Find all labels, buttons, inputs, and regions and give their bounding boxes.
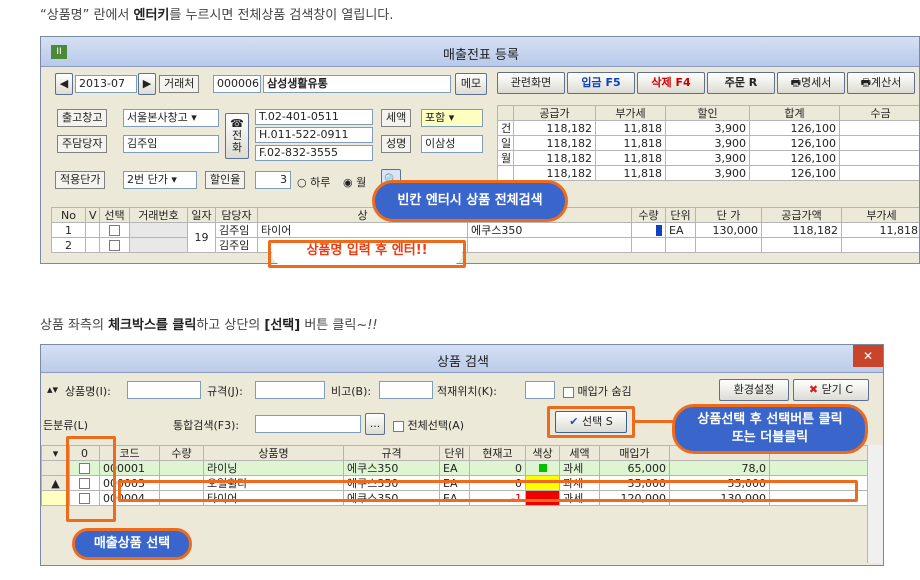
- summary-table: 공급가 부가세 할인 합계 수금 건 118,182 11,818 3,900 126,100 …: [497, 105, 919, 181]
- printer-icon: 🖶: [860, 76, 871, 89]
- location-input[interactable]: [525, 381, 555, 399]
- order-button[interactable]: 주문 R: [707, 72, 775, 94]
- caption-middle: 상품 좌측의 체크박스를 클릭하고 상단의 [선택] 버튼 클릭~!!: [40, 318, 378, 333]
- row-checkbox[interactable]: [109, 225, 120, 236]
- summary-row: 일 118,182 11,818 3,900 126,100: [497, 135, 919, 151]
- search-title-bar: 상품 검색 ✕: [41, 345, 883, 373]
- name-label: 성명: [381, 135, 412, 153]
- price-label: 적용단가: [55, 171, 106, 189]
- chevron-down-icon: ▾: [191, 111, 197, 124]
- radio-daily[interactable]: ○ 하루: [297, 174, 330, 190]
- spinner-icon[interactable]: ▴▾: [47, 383, 58, 396]
- checkbox-column-highlight: [66, 436, 116, 522]
- callout-select-sales-product: 매출상품 선택: [72, 528, 192, 560]
- chevron-down-icon: ▾: [171, 173, 177, 186]
- next-month-button[interactable]: ▶: [138, 73, 156, 95]
- discount-field[interactable]: 3: [255, 171, 291, 189]
- summary-row: 118,182 11,818 3,900 126,100: [497, 165, 919, 181]
- radio-month[interactable]: ◉ 월: [343, 174, 366, 190]
- manager-label: 주담당자: [57, 135, 108, 153]
- select-button-highlight: [547, 406, 635, 438]
- browse-button[interactable]: ...: [365, 413, 385, 435]
- selected-row-highlight: [118, 480, 858, 502]
- related-screen-button[interactable]: 관련화면: [497, 72, 565, 94]
- name-search-label: 상품명(I):: [65, 385, 111, 398]
- row-checkbox[interactable]: [109, 240, 120, 251]
- color-swatch: [538, 463, 547, 472]
- callout-blank-enter: 빈칸 엔터시 상품 전체검색: [372, 180, 568, 222]
- sales-slip-window: II 매출전표 등록 ◀ 2013-07 ▶ 거래처 000006 삼성생활유통…: [40, 36, 920, 264]
- chevron-down-icon: ▾: [448, 111, 455, 124]
- warehouse-label: 출고창고: [57, 109, 108, 127]
- window-title: 매출전표 등록: [443, 48, 519, 63]
- memo-button[interactable]: 메모: [455, 73, 487, 95]
- partner-code-field[interactable]: 000006: [213, 75, 261, 93]
- spec-label: 규격(J):: [207, 385, 243, 398]
- tax-label: 세액: [381, 109, 412, 127]
- red-x-icon: ✖: [808, 383, 819, 396]
- close-button[interactable]: ✖ 닫기 C: [793, 379, 869, 401]
- unified-search-label: 통합검색(F3):: [173, 419, 240, 432]
- hp-field[interactable]: H.011-522-0911: [255, 127, 373, 143]
- category-label: 든분류(L): [43, 419, 89, 432]
- prev-month-button[interactable]: ◀: [55, 73, 73, 95]
- table-row[interactable]: 2 김주임: [51, 237, 919, 253]
- env-settings-button[interactable]: 환경설정: [719, 379, 789, 401]
- summary-row: 건 118,182 11,818 3,900 126,100: [497, 120, 919, 136]
- select-all-checkbox[interactable]: 전체선택(A): [393, 417, 464, 433]
- partner-label: 거래처: [159, 75, 200, 93]
- summary-row: 월 118,182 11,818 3,900 126,100: [497, 150, 919, 166]
- callout-enter-after-name: 상품명 입력 후 엔터!!: [272, 243, 462, 265]
- printer-icon: 🖶: [790, 76, 801, 89]
- chevron-down-icon: ▾: [52, 446, 59, 460]
- callout-select-button: 상품선택 후 선택버튼 클릭 또는 더블클릭: [672, 404, 868, 454]
- phone-button[interactable]: ☎ 전 화: [225, 113, 249, 159]
- location-label: 적재위치(K):: [437, 385, 497, 398]
- manager-field[interactable]: 김주임: [123, 135, 219, 153]
- discount-label: 할인율: [205, 171, 246, 189]
- delete-button[interactable]: 삭제 F4: [637, 72, 705, 94]
- table-row[interactable]: 000001 라이닝 에쿠스350 EA 0 과세 65,000 78,0: [41, 460, 868, 476]
- caption-top: “상품명” 란에서 엔터키를 누르시면 전체상품 검색창이 열립니다.: [40, 8, 394, 23]
- hide-buy-price-checkbox[interactable]: 매입가 숨김: [563, 383, 632, 399]
- invoice-button[interactable]: 🖶계산서: [847, 72, 915, 94]
- name-field[interactable]: 이삼성: [421, 135, 483, 153]
- arrow-connector: [634, 420, 674, 423]
- name-search-input[interactable]: [127, 381, 201, 399]
- spec-input[interactable]: [255, 381, 325, 399]
- search-window-title: 상품 검색: [437, 355, 489, 370]
- unified-search-input[interactable]: [255, 415, 361, 433]
- table-row[interactable]: 1 19 김주임 타이어 에쿠스350 EA 130,000 118,182 11,818: [51, 222, 919, 253]
- date-field[interactable]: 2013-07: [75, 75, 137, 93]
- fax-field[interactable]: F.02-832-3555: [255, 145, 373, 161]
- tel-field[interactable]: T.02-401-0511: [255, 109, 373, 125]
- tax-select[interactable]: 포함 ▾: [421, 109, 483, 127]
- title-bar: II 매출전표 등록: [41, 37, 919, 67]
- deposit-button[interactable]: 입금 F5: [567, 72, 635, 94]
- statement-button[interactable]: 🖶명세서: [777, 72, 845, 94]
- note-input[interactable]: [379, 381, 433, 399]
- price-select[interactable]: 2번 단가 ▾: [123, 171, 197, 189]
- summary-header: 공급가 부가세 할인 합계 수금: [497, 105, 919, 121]
- close-icon[interactable]: ✕: [853, 345, 883, 367]
- warehouse-select[interactable]: 서울본사창고 ▾: [123, 109, 219, 127]
- scrollbar[interactable]: [867, 445, 883, 563]
- note-label: 비고(B):: [331, 385, 372, 398]
- partner-name-field[interactable]: 삼성생활유통: [263, 75, 451, 93]
